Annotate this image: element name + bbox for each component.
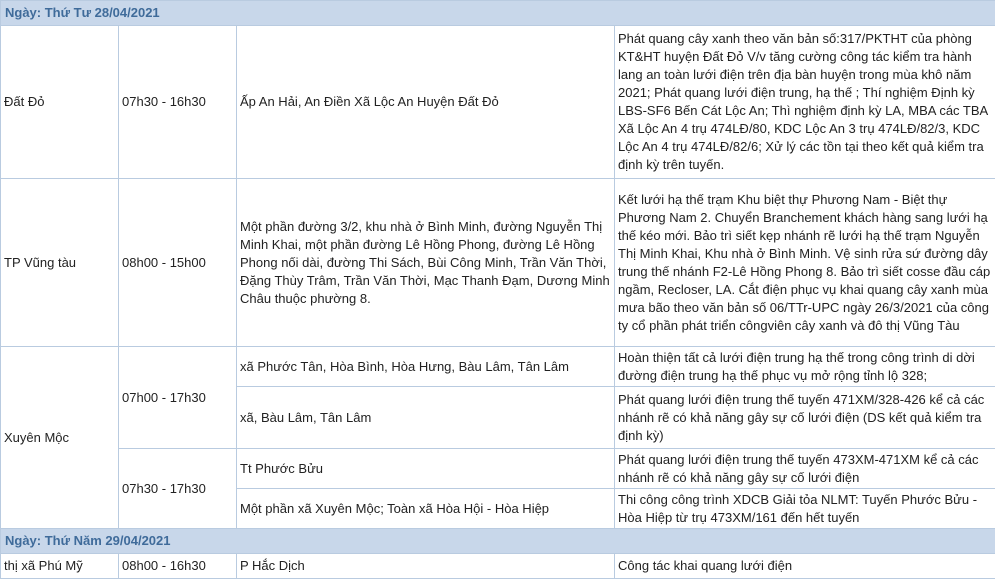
date-header-row: Ngày: Thứ Năm 29/04/2021	[0, 528, 995, 554]
table-row: TP Vũng tàu 08h00 - 15h00 Một phần đường…	[0, 178, 995, 347]
location-cell: P Hắc Dịch	[236, 553, 615, 579]
work-cell: Kết lưới hạ thế trạm Khu biệt thự Phương…	[613, 178, 995, 347]
time-cell: 07h00 - 17h30	[118, 346, 237, 449]
work-cell: Hoàn thiện tất cả lưới điện trung hạ thế…	[613, 346, 995, 387]
time-cell: 07h30 - 17h30	[118, 448, 237, 529]
work-cell: Phát quang lưới điện trung thế tuyến 471…	[613, 386, 995, 449]
location-cell: Một phần xã Xuyên Mộc; Toàn xã Hòa Hội -…	[236, 488, 615, 529]
table-row: Đất Đỏ 07h30 - 16h30 Ấp An Hải, An Điền …	[0, 25, 995, 179]
work-cell: Phát quang cây xanh theo văn bản số:317/…	[613, 25, 995, 179]
area-cell: thị xã Phú Mỹ	[0, 553, 119, 579]
location-cell: xã, Bàu Lâm, Tân Lâm	[236, 386, 615, 449]
location-cell: xã Phước Tân, Hòa Bình, Hòa Hưng, Bàu Lâ…	[236, 346, 615, 387]
area-cell: Đất Đỏ	[0, 25, 119, 179]
work-cell: Phát quang lưới điện trung thế tuyến 473…	[613, 448, 995, 489]
area-cell: TP Vũng tàu	[0, 178, 119, 347]
work-cell: Thi công công trình XDCB Giải tỏa NLMT: …	[613, 488, 995, 529]
time-cell: 07h30 - 16h30	[118, 25, 237, 179]
time-cell: 08h00 - 15h00	[118, 178, 237, 347]
date-label: Ngày: Thứ Năm 29/04/2021	[0, 528, 995, 554]
outage-schedule-table: Ngày: Thứ Tư 28/04/2021 Đất Đỏ 07h30 - 1…	[0, 0, 995, 579]
location-cell: Tt Phước Bửu	[236, 448, 615, 489]
date-label: Ngày: Thứ Tư 28/04/2021	[0, 0, 995, 26]
time-cell: 08h00 - 16h30	[118, 553, 237, 579]
location-cell: Một phần đường 3/2, khu nhà ở Bình Minh,…	[236, 178, 615, 347]
table-row: thị xã Phú Mỹ 08h00 - 16h30 P Hắc Dịch C…	[0, 553, 995, 579]
area-cell: Xuyên Mộc	[0, 346, 119, 529]
work-cell: Công tác khai quang lưới điện	[613, 553, 995, 579]
location-cell: Ấp An Hải, An Điền Xã Lộc An Huyện Đất Đ…	[236, 25, 615, 179]
table-row: 07h30 - 17h30 Tt Phước Bửu Phát quang lư…	[1, 448, 995, 529]
date-header-row: Ngày: Thứ Tư 28/04/2021	[0, 0, 995, 26]
table-row: Xuyên Mộc 07h00 - 17h30 xã Phước Tân, Hò…	[0, 346, 995, 529]
